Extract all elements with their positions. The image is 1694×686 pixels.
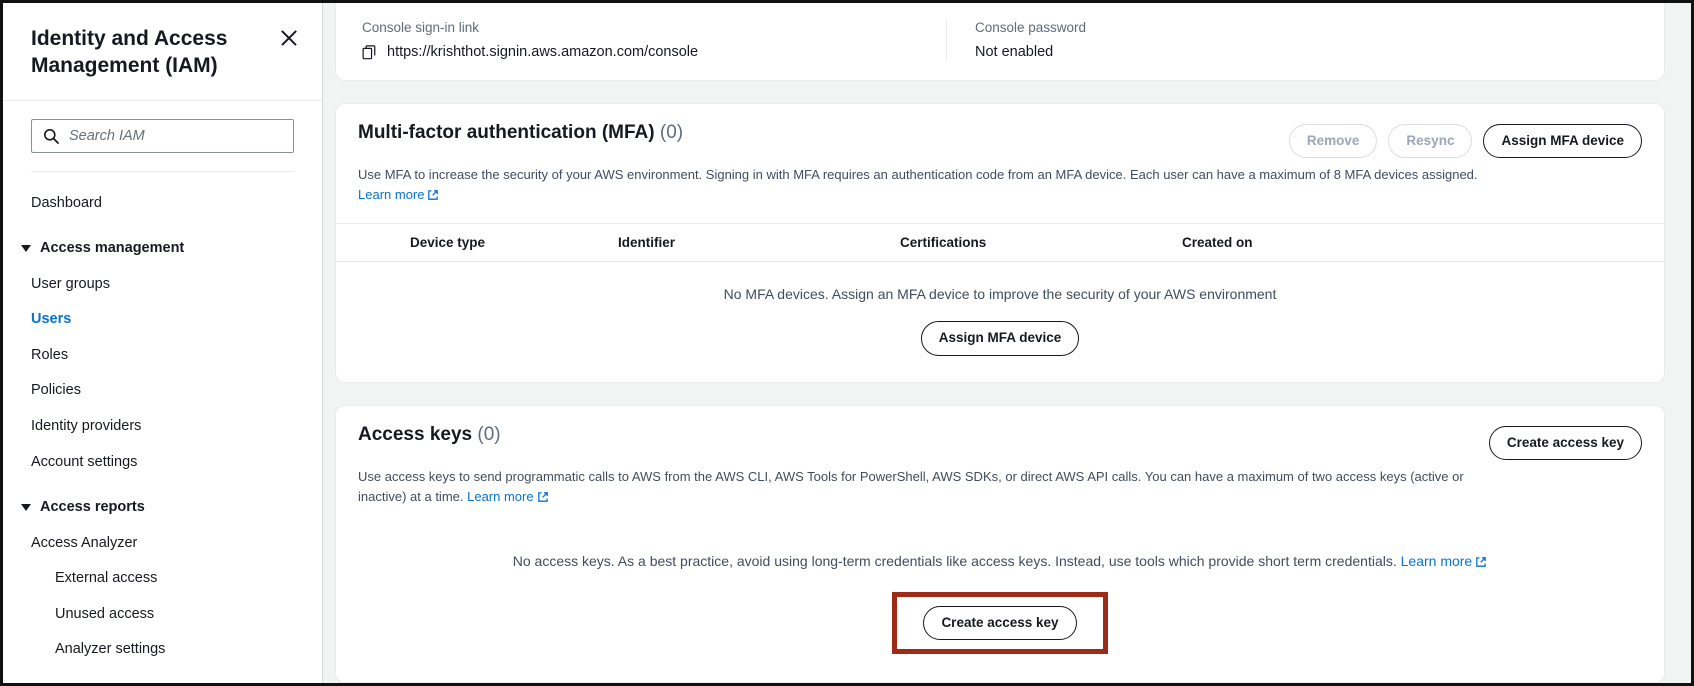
access-keys-empty-state: No access keys. As a best practice, avoi… [336, 525, 1664, 682]
mfa-title: Multi-factor authentication (MFA) (0) [358, 122, 683, 144]
console-signin-link-value: https://krishthot.signin.aws.amazon.com/… [387, 44, 699, 60]
mfa-actions: Remove Resync Assign MFA device [1288, 122, 1642, 159]
external-link-icon [427, 187, 439, 207]
sidebar-item-label: External access [55, 570, 158, 587]
search-container [3, 101, 322, 169]
sidebar-item-account-settings[interactable]: Account settings [3, 445, 322, 481]
sidebar-item-label: Access Analyzer [31, 534, 138, 551]
sidebar-item-external-access[interactable]: External access [3, 561, 322, 597]
sidebar-item-roles[interactable]: Roles [3, 338, 322, 374]
access-keys-section-header: Access keys (0) Create access key [336, 406, 1664, 460]
sidebar-item-label: Unused access [55, 605, 155, 622]
console-signin-link-field: Console sign-in link https://krishthot.s… [336, 20, 946, 60]
summary-fields: Console sign-in link https://krishthot.s… [336, 3, 1664, 80]
sidebar-item-label: Policies [31, 382, 81, 399]
mfa-section-header: Multi-factor authentication (MFA) (0) Re… [336, 104, 1664, 159]
column-header-created-on: Created on [1182, 235, 1253, 251]
access-keys-empty-text-body: No access keys. As a best practice, avoi… [512, 553, 1401, 570]
user-summary-card: Console sign-in link https://krishthot.s… [335, 3, 1665, 81]
sidebar-item-label: Users [31, 311, 72, 328]
chevron-down-icon [21, 504, 31, 512]
access-keys-empty-learn-more-link[interactable]: Learn more [1401, 553, 1473, 569]
search-input[interactable] [69, 127, 282, 144]
sidebar-nav: Dashboard Access management User groups … [3, 172, 322, 668]
sidebar-item-label: Roles [31, 346, 69, 363]
create-access-key-empty-button[interactable]: Create access key [923, 606, 1077, 641]
sidebar-item-label: Analyzer settings [55, 641, 166, 658]
search-box[interactable] [31, 118, 294, 153]
column-header-identifier: Identifier [618, 235, 676, 251]
page-title: Identity and Access Management (IAM) [31, 27, 228, 78]
console-password-value: Not enabled [975, 44, 1054, 60]
search-icon [43, 128, 59, 144]
access-keys-section: Access keys (0) Create access key Use ac… [335, 404, 1665, 683]
external-link-icon [1475, 553, 1487, 574]
sidebar-item-identity-providers[interactable]: Identity providers [3, 409, 322, 445]
sidebar-item-users[interactable]: Users [3, 302, 322, 338]
sidebar-item-label: Identity providers [31, 417, 142, 434]
console-password-label: Console password [975, 20, 1087, 35]
main-content: Console sign-in link https://krishthot.s… [323, 3, 1691, 683]
copy-icon[interactable] [362, 44, 377, 60]
sidebar-item-dashboard[interactable]: Dashboard [3, 186, 322, 222]
chevron-down-icon [21, 245, 31, 253]
console-password-field: Console password Not enabled [946, 20, 1112, 60]
sidebar-header: Identity and Access Management (IAM) [3, 3, 322, 101]
mfa-empty-text: No MFA devices. Assign an MFA device to … [723, 286, 1277, 303]
close-icon[interactable] [278, 27, 300, 49]
access-keys-count: (0) [477, 423, 501, 445]
access-keys-description: Use access keys to send programmatic cal… [336, 460, 1526, 525]
console-signin-link-label: Console sign-in link [362, 20, 480, 35]
access-keys-title-text: Access keys [358, 423, 473, 445]
access-keys-learn-more-link[interactable]: Learn more [467, 489, 533, 504]
access-keys-empty-text: No access keys. As a best practice, avoi… [356, 551, 1644, 574]
create-access-key-button[interactable]: Create access key [1488, 425, 1642, 460]
sidebar-item-user-groups[interactable]: User groups [3, 267, 322, 303]
mfa-empty-state: No MFA devices. Assign an MFA device to … [336, 262, 1664, 381]
access-keys-actions: Create access key [1488, 424, 1642, 460]
sidebar-item-analyzer-settings[interactable]: Analyzer settings [3, 632, 322, 668]
create-access-key-highlight: Create access key [892, 592, 1108, 655]
mfa-description: Use MFA to increase the security of your… [336, 158, 1526, 223]
column-header-certifications: Certifications [900, 235, 987, 251]
sidebar: Identity and Access Management (IAM) Das… [3, 3, 323, 683]
column-header-device-type: Device type [410, 235, 486, 251]
iam-console-window: Identity and Access Management (IAM) Das… [0, 0, 1694, 686]
external-link-icon [537, 489, 549, 509]
sidebar-item-policies[interactable]: Policies [3, 373, 322, 409]
remove-mfa-button[interactable]: Remove [1288, 124, 1378, 159]
sidebar-item-access-analyzer[interactable]: Access Analyzer [3, 526, 322, 562]
sidebar-group-label: Access reports [40, 499, 145, 516]
mfa-title-text: Multi-factor authentication (MFA) [358, 122, 655, 143]
sidebar-item-label: Dashboard [31, 194, 102, 211]
sidebar-group-access-reports[interactable]: Access reports [3, 490, 322, 526]
access-keys-title: Access keys (0) [358, 424, 501, 446]
mfa-learn-more-link[interactable]: Learn more [358, 187, 424, 202]
mfa-description-text: Use MFA to increase the security of your… [358, 167, 1478, 183]
sidebar-group-label: Access management [40, 240, 185, 257]
sidebar-item-label: Account settings [31, 453, 138, 470]
sidebar-item-unused-access[interactable]: Unused access [3, 597, 322, 633]
resync-mfa-button[interactable]: Resync [1388, 124, 1473, 159]
sidebar-group-access-management[interactable]: Access management [3, 231, 322, 267]
mfa-section: Multi-factor authentication (MFA) (0) Re… [335, 103, 1665, 383]
sidebar-item-label: User groups [31, 275, 110, 292]
console-signin-link-value-row: https://krishthot.signin.aws.amazon.com/… [362, 44, 920, 60]
assign-mfa-device-button[interactable]: Assign MFA device [1483, 124, 1642, 159]
mfa-table-header: Device type Identifier Certifications Cr… [336, 223, 1664, 263]
assign-mfa-device-empty-button[interactable]: Assign MFA device [920, 321, 1080, 356]
mfa-count: (0) [659, 122, 684, 143]
